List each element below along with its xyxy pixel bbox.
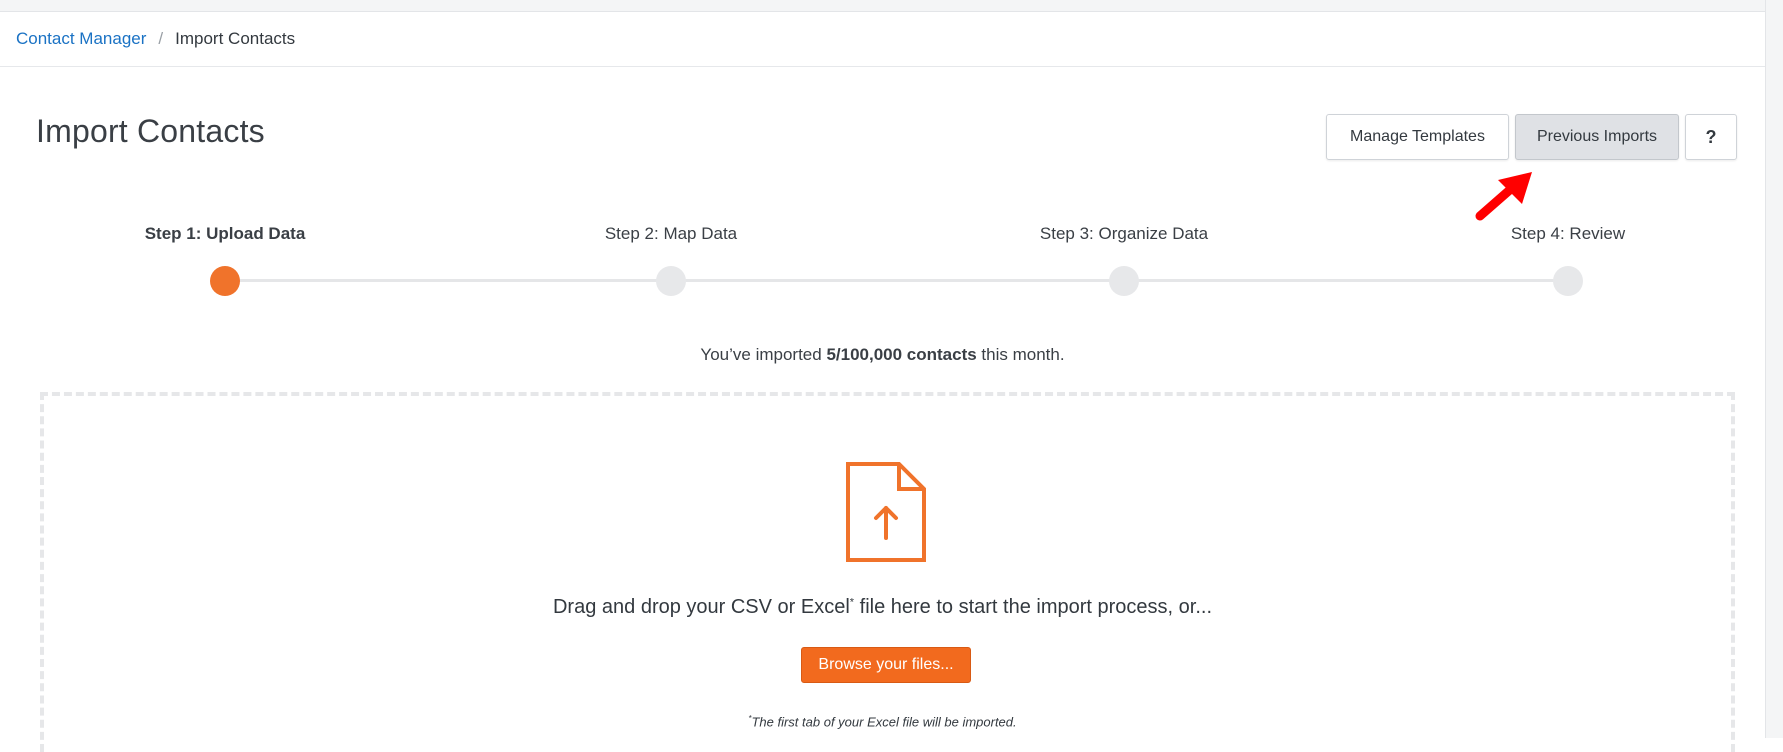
- stepper-track: [225, 279, 1568, 282]
- window-top-border: [0, 0, 1783, 12]
- dropzone-text-after: file here to start the import process, o…: [854, 596, 1213, 618]
- browse-files-button[interactable]: Browse your files...: [801, 647, 971, 683]
- excel-footnote: *The first tab of your Excel file will b…: [0, 714, 1765, 729]
- import-stepper: Step 1: Upload Data Step 2: Map Data Ste…: [0, 220, 1765, 300]
- step-1-label: Step 1: Upload Data: [144, 224, 306, 243]
- step-3-indicator: [1109, 266, 1139, 296]
- manage-templates-button[interactable]: Manage Templates: [1326, 114, 1509, 160]
- breadcrumb-current: Import Contacts: [175, 29, 296, 48]
- step-4-label: Step 4: Review: [1510, 224, 1626, 243]
- previous-imports-button[interactable]: Previous Imports: [1515, 114, 1679, 160]
- breadcrumb-separator: /: [158, 29, 164, 48]
- header-actions: Manage Templates Previous Imports ?: [1326, 114, 1737, 160]
- dropzone-text-before: Drag and drop your CSV or Excel: [552, 596, 850, 618]
- step-2-label: Step 2: Map Data: [604, 224, 738, 243]
- step-3-label: Step 3: Organize Data: [1039, 224, 1209, 243]
- step-1-indicator: [210, 266, 240, 296]
- scrollbar-track[interactable]: [1765, 0, 1783, 738]
- quota-suffix: this month.: [976, 345, 1065, 364]
- quota-prefix: You’ve imported: [700, 345, 827, 364]
- footnote-text: The first tab of your Excel file will be…: [751, 714, 1017, 730]
- page-title: Import Contacts: [36, 113, 265, 149]
- file-dropzone[interactable]: [40, 392, 1735, 752]
- step-2-indicator: [656, 266, 686, 296]
- file-upload-icon: [846, 462, 926, 562]
- help-button[interactable]: ?: [1685, 114, 1737, 160]
- dropzone-instructions: Drag and drop your CSV or Excel* file he…: [0, 596, 1765, 619]
- step-4-indicator: [1553, 266, 1583, 296]
- quota-count: 5/100,000 contacts: [826, 345, 977, 364]
- breadcrumb-link-contact-manager[interactable]: Contact Manager: [16, 29, 146, 49]
- red-pointer-arrow-icon: [1475, 172, 1532, 221]
- breadcrumb: Contact Manager / Import Contacts: [0, 12, 1765, 67]
- import-quota-text: You’ve imported 5/100,000 contacts this …: [0, 345, 1765, 365]
